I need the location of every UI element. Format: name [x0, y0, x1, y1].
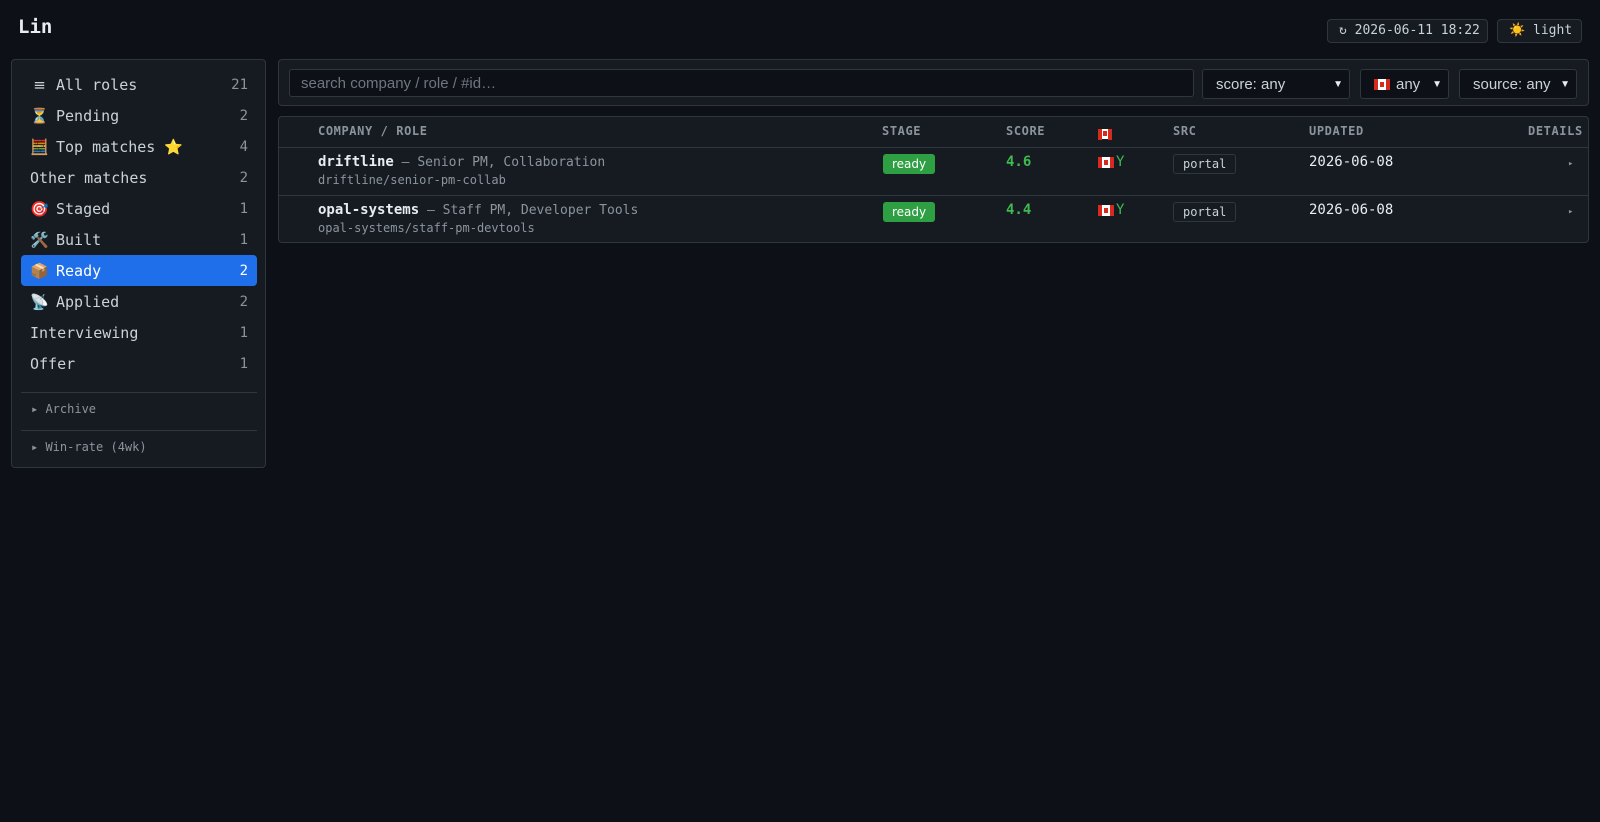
- source-badge: portal: [1173, 154, 1237, 174]
- sidebar-item-label: Applied: [56, 292, 120, 311]
- table-row[interactable]: opal-systems — Staff PM, Developer Tools…: [279, 196, 1588, 243]
- column-header-company-role[interactable]: COMPANY / ROLE: [318, 124, 428, 138]
- role-title: — Senior PM, Collaboration: [393, 155, 606, 170]
- column-header-details: DETAILS: [1528, 124, 1583, 138]
- archive-toggle[interactable]: ▸ Archive: [31, 402, 96, 416]
- winrate-toggle[interactable]: ▸ Win-rate (4wk): [31, 440, 147, 454]
- theme-toggle-button[interactable]: ☀️ light: [1497, 19, 1582, 43]
- sidebar-item-offer[interactable]: Offer 1: [21, 348, 257, 379]
- roles-table: COMPANY / ROLE STAGE SCORE SRC UPDATED D…: [278, 116, 1589, 243]
- sidebar-nav: ≡ All roles 21 ⏳ Pending 2 🧮 Top matches ⭐ …: [21, 69, 257, 379]
- sidebar-item-count: 1: [239, 355, 248, 372]
- source-badge: portal: [1173, 202, 1237, 222]
- company-role-cell: driftline — Senior PM, Collaboration: [318, 154, 605, 170]
- sidebar-item-all-roles[interactable]: ≡ All roles 21: [21, 69, 257, 100]
- chevron-down-icon: ▼: [1560, 78, 1570, 90]
- sidebar-divider: [21, 392, 257, 393]
- sidebar-item-interviewing[interactable]: Interviewing 1: [21, 317, 257, 348]
- package-icon: 📦: [30, 261, 49, 280]
- sidebar-item-count: 21: [231, 76, 248, 93]
- satellite-icon: 📡: [30, 292, 49, 311]
- sidebar-item-count: 4: [239, 138, 248, 155]
- sidebar-item-top-matches[interactable]: 🧮 Top matches ⭐ 4: [21, 131, 257, 162]
- column-header-src[interactable]: SRC: [1173, 124, 1196, 138]
- sidebar-item-count: 2: [239, 169, 248, 186]
- visa-cell: Y: [1098, 154, 1124, 170]
- role-slug: driftline/senior-pm-collab: [318, 173, 506, 187]
- refresh-icon: ↻: [1339, 23, 1347, 38]
- sidebar-item-other-matches[interactable]: Other matches 2: [21, 162, 257, 193]
- target-icon: 🎯: [30, 199, 49, 218]
- refresh-button[interactable]: ↻ 2026-06-11 18:22: [1327, 19, 1488, 43]
- sidebar-item-label: Offer: [30, 354, 76, 373]
- canada-flag-icon: [1098, 156, 1114, 168]
- sidebar-item-label: Pending: [56, 106, 120, 125]
- canada-flag-icon: [1098, 128, 1112, 140]
- abacus-icon: 🧮: [30, 137, 49, 156]
- search-input[interactable]: [289, 69, 1194, 97]
- canada-flag-icon: [1374, 78, 1390, 90]
- sidebar-item-staged[interactable]: 🎯 Staged 1: [21, 193, 257, 224]
- table-row[interactable]: driftline — Senior PM, Collaboration dri…: [279, 148, 1588, 195]
- chevron-down-icon: ▼: [1432, 78, 1442, 90]
- sidebar-item-label: Staged: [56, 199, 111, 218]
- updated-date: 2026-06-08: [1309, 202, 1394, 218]
- sidebar-item-pending[interactable]: ⏳ Pending 2: [21, 100, 257, 131]
- sidebar-item-label: All roles: [56, 75, 138, 94]
- visa-value: Y: [1116, 154, 1125, 170]
- top-bar: Lin ↻ 2026-06-11 18:22 ☀️ light: [0, 0, 1600, 58]
- company-role-cell: opal-systems — Staff PM, Developer Tools: [318, 202, 638, 218]
- refresh-timestamp: 2026-06-11 18:22: [1354, 23, 1480, 38]
- sidebar-divider: [21, 430, 257, 431]
- stage-badge: ready: [883, 154, 936, 174]
- tools-icon: 🛠️: [30, 230, 49, 249]
- sidebar-item-count: 1: [239, 324, 248, 341]
- list-icon: ≡: [33, 75, 46, 94]
- sidebar-item-label: Top matches ⭐: [56, 137, 184, 156]
- details-expand-icon[interactable]: ▸: [1568, 207, 1573, 217]
- score-value: 4.6: [1006, 154, 1032, 170]
- source-filter-value: source: any: [1473, 75, 1551, 93]
- sidebar: ≡ All roles 21 ⏳ Pending 2 🧮 Top matches ⭐ …: [11, 59, 266, 468]
- sun-icon: ☀️: [1509, 23, 1526, 38]
- details-expand-icon[interactable]: ▸: [1568, 159, 1573, 169]
- canada-flag-icon: [1098, 204, 1114, 216]
- sidebar-item-label: Built: [56, 230, 102, 249]
- score-value: 4.4: [1006, 202, 1032, 218]
- company-name: driftline: [318, 154, 394, 170]
- column-header-score[interactable]: SCORE: [1006, 124, 1045, 138]
- visa-value: Y: [1116, 202, 1125, 218]
- sidebar-item-applied[interactable]: 📡 Applied 2: [21, 286, 257, 317]
- stage-badge: ready: [883, 202, 936, 222]
- sidebar-item-built[interactable]: 🛠️ Built 1: [21, 224, 257, 255]
- sidebar-item-count: 2: [239, 107, 248, 124]
- column-header-updated[interactable]: UPDATED: [1309, 124, 1364, 138]
- sidebar-item-label: Other matches: [30, 168, 148, 187]
- hourglass-icon: ⏳: [30, 106, 49, 125]
- sidebar-item-count: 2: [239, 262, 248, 279]
- sidebar-item-label: Interviewing: [30, 323, 139, 342]
- filter-bar: score: any ▼ any ▼ source: any ▼: [278, 59, 1589, 106]
- score-filter-select[interactable]: score: any ▼: [1202, 69, 1350, 99]
- sidebar-item-label: Ready: [56, 261, 102, 280]
- app-title: Lin: [18, 16, 53, 38]
- column-header-visa[interactable]: [1098, 126, 1112, 140]
- sidebar-item-count: 1: [239, 231, 248, 248]
- sidebar-item-ready[interactable]: 📦 Ready 2: [21, 255, 257, 286]
- source-filter-select[interactable]: source: any ▼: [1459, 69, 1577, 99]
- column-header-stage[interactable]: STAGE: [882, 124, 921, 138]
- score-filter-value: score: any: [1216, 75, 1286, 93]
- visa-filter-select[interactable]: any ▼: [1360, 69, 1449, 99]
- sidebar-item-count: 1: [239, 200, 248, 217]
- visa-cell: Y: [1098, 202, 1124, 218]
- updated-date: 2026-06-08: [1309, 154, 1394, 170]
- sidebar-item-count: 2: [239, 293, 248, 310]
- visa-filter-value: any: [1396, 75, 1421, 93]
- role-slug: opal-systems/staff-pm-devtools: [318, 221, 535, 235]
- company-name: opal-systems: [318, 202, 420, 218]
- theme-label: light: [1533, 23, 1573, 38]
- chevron-down-icon: ▼: [1333, 78, 1343, 90]
- role-title: — Staff PM, Developer Tools: [419, 203, 639, 218]
